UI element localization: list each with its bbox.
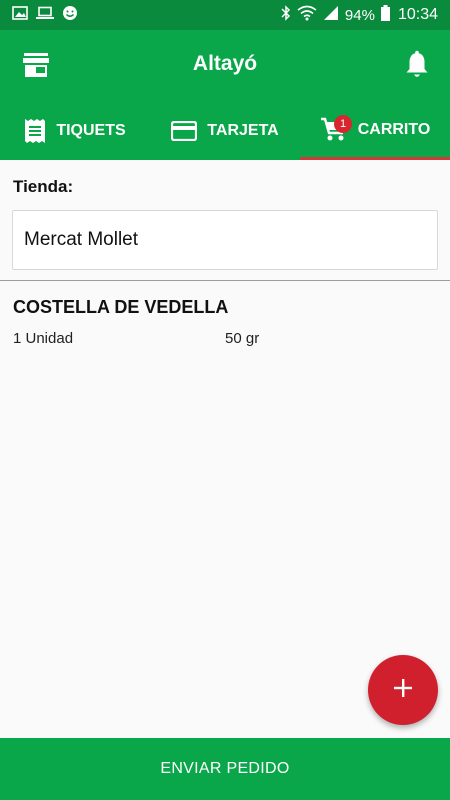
battery-icon: [375, 4, 390, 26]
plus-icon: [393, 678, 413, 703]
divider: [0, 280, 450, 281]
tab-label: TARJETA: [207, 122, 279, 139]
store-select[interactable]: Mercat Mollet: [12, 210, 438, 270]
bell-icon: [404, 50, 430, 84]
add-item-button[interactable]: [368, 655, 438, 725]
status-right: 94% 10:34: [275, 4, 438, 26]
image-icon: [12, 5, 36, 25]
wifi-icon: [291, 5, 317, 26]
laptop-icon: [36, 6, 62, 25]
tab-label: TIQUETS: [56, 122, 126, 139]
notifications-button[interactable]: [404, 50, 432, 80]
smiley-icon: [62, 5, 86, 26]
card-icon: [171, 121, 198, 141]
status-left: [12, 5, 86, 26]
cart-item-name: COSTELLA DE VEDELLA: [13, 297, 229, 317]
app-bar: Altayó: [0, 30, 450, 102]
status-bar: 94% 10:34: [0, 0, 450, 30]
tab-tiquets[interactable]: TIQUETS: [0, 102, 150, 160]
tab-bar: TIQUETS TARJETA 1 CARRITO: [0, 102, 450, 160]
cart-item-quantity: 1 Unidad: [13, 330, 74, 347]
bluetooth-icon: [275, 4, 291, 26]
receipt-icon: [24, 118, 46, 144]
tab-label: CARRITO: [357, 120, 431, 138]
signal-icon: [317, 5, 339, 26]
page-title: Altayó: [192, 52, 258, 75]
cart-item-weight: 50 gr: [225, 330, 260, 347]
store-label: Tienda:: [13, 177, 74, 196]
cart-badge: 1: [334, 115, 352, 133]
battery-percent: 94%: [344, 6, 375, 24]
clock: 10:34: [397, 6, 438, 23]
screen: 94% 10:34 Altayó TIQUETS TARJETA 1 CARRI…: [0, 0, 450, 800]
send-order-button[interactable]: ENVIAR PEDIDO: [0, 738, 450, 800]
tab-tarjeta[interactable]: TARJETA: [150, 102, 300, 160]
tab-carrito[interactable]: 1 CARRITO: [300, 102, 450, 160]
